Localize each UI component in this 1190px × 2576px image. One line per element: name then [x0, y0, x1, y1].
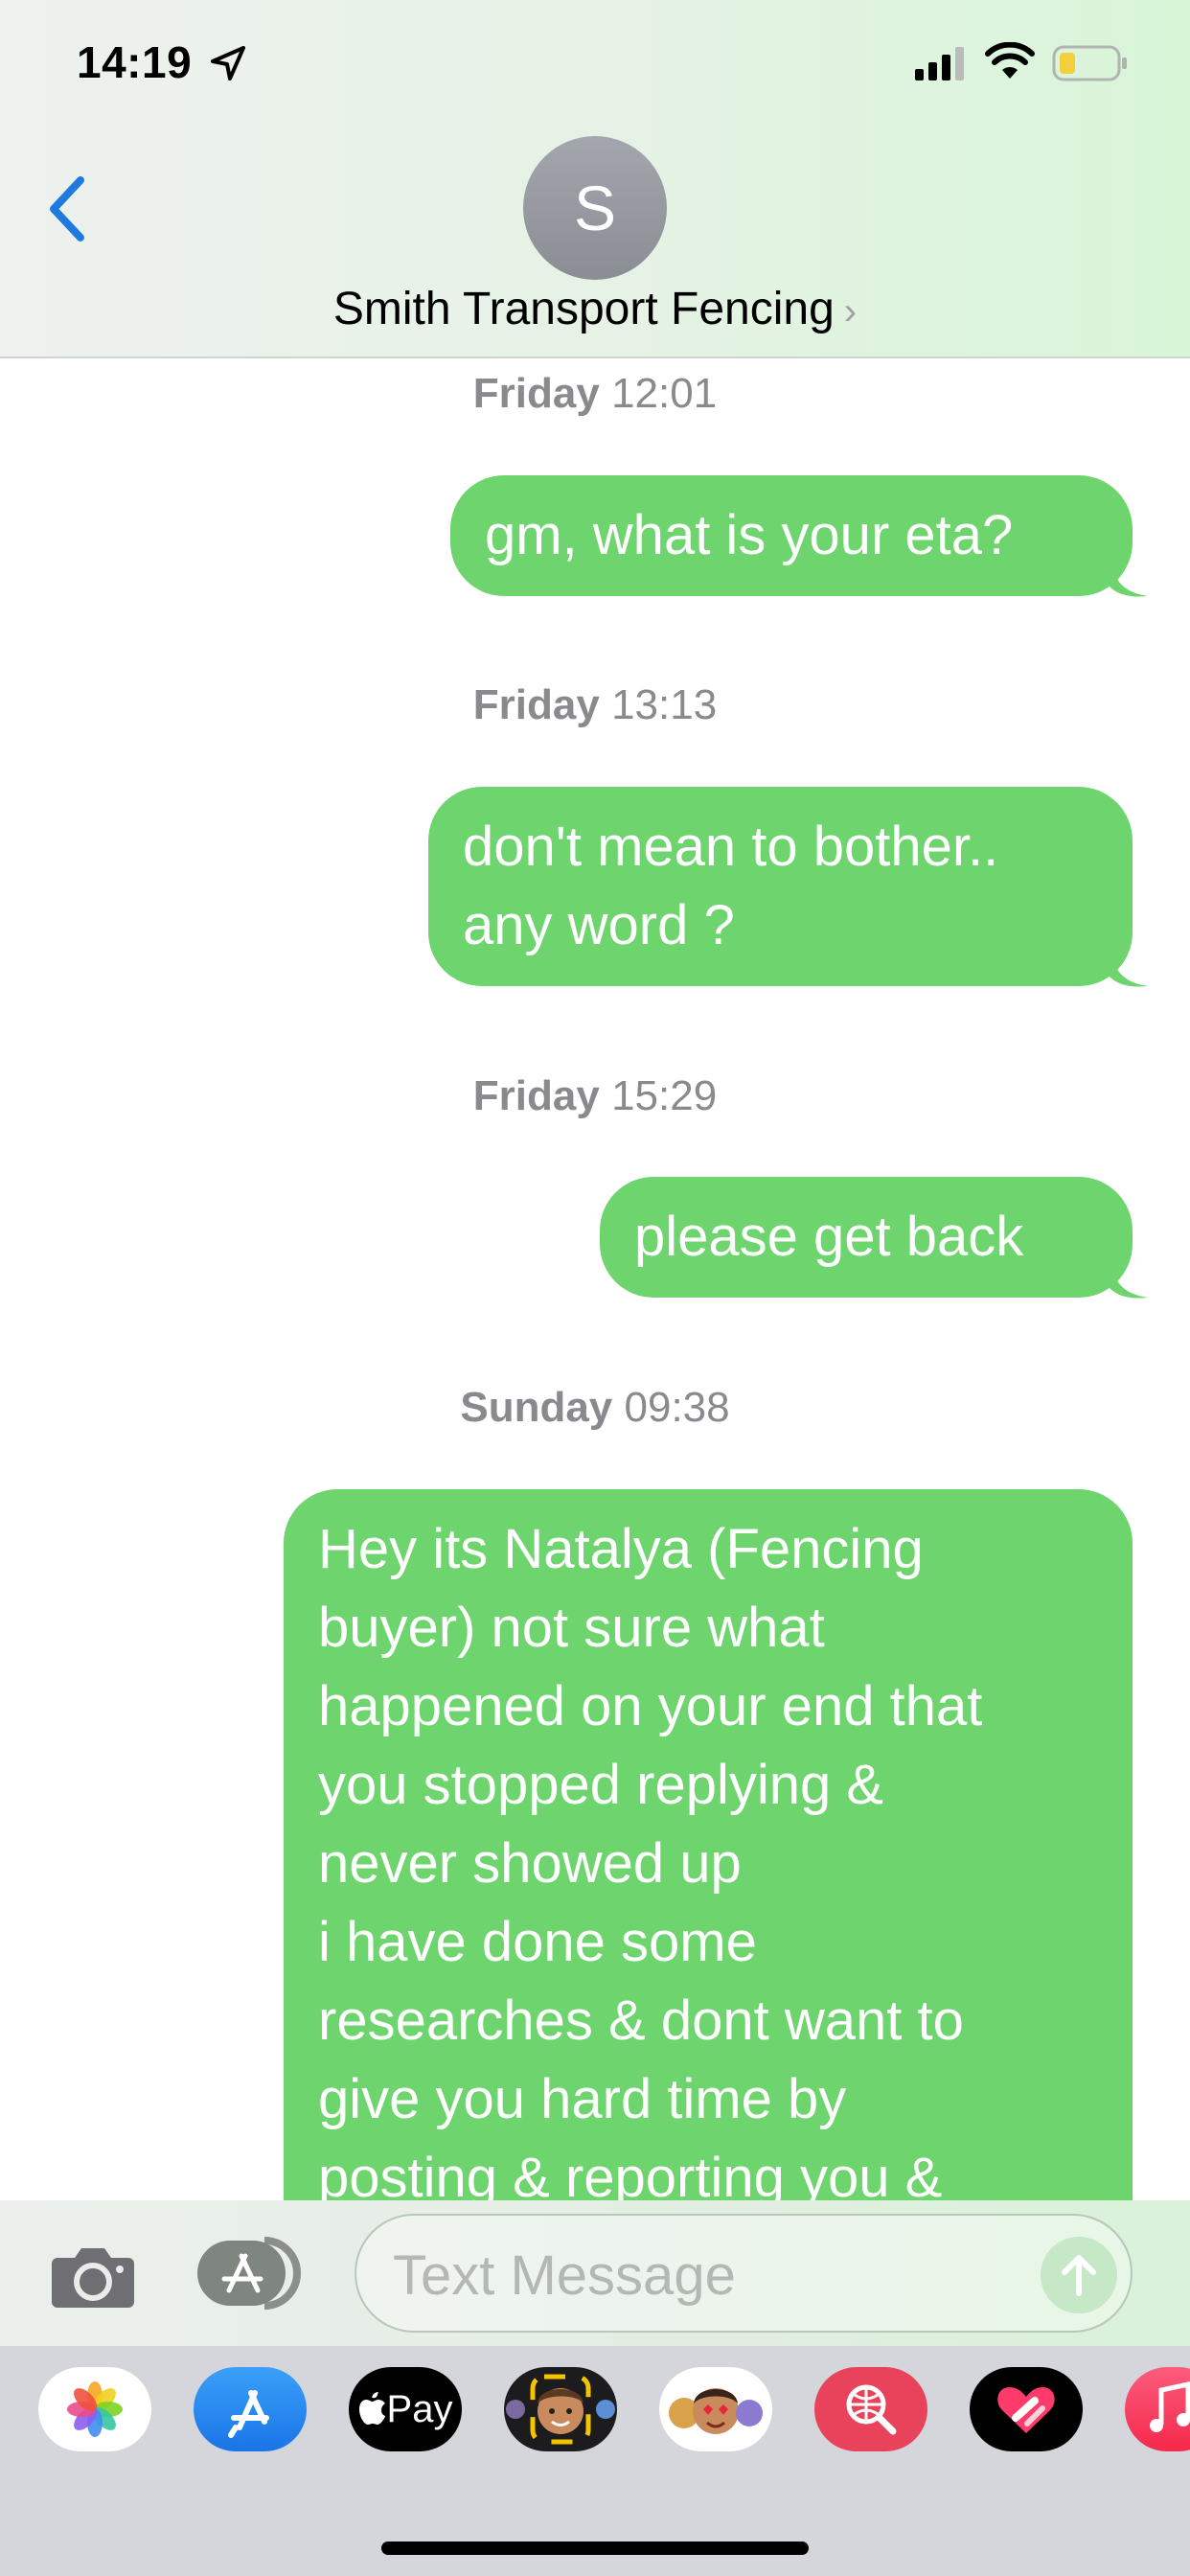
message-thread[interactable]: Friday 12:01 gm, what is your eta? Frida… — [0, 358, 1190, 2200]
timestamp-time: 12:01 — [611, 370, 718, 417]
location-arrow-icon — [211, 46, 245, 80]
timestamp: Friday 12:01 — [0, 370, 1190, 418]
message-line: happened on your end that — [318, 1675, 983, 1737]
photos-app-button[interactable] — [38, 2367, 151, 2451]
sent-message-bubble[interactable]: Hey its Natalya (Fencing buyer) not sure… — [284, 1489, 1133, 2200]
message-input[interactable] — [391, 2237, 989, 2313]
conversation-header: 14:19 S Smith Transport Fencing › — [0, 0, 1190, 358]
message-input-field[interactable] — [355, 2214, 1133, 2333]
bubble-tail — [1110, 946, 1148, 987]
chevron-right-icon: › — [843, 290, 858, 333]
music-icon — [1150, 2381, 1190, 2432]
bubble-tail — [1110, 556, 1148, 597]
apple-logo-icon — [358, 2392, 385, 2425]
status-time: 14:19 — [77, 37, 193, 87]
music-app-button[interactable] — [1125, 2367, 1190, 2451]
photos-icon — [67, 2381, 123, 2437]
message-line: any word ? — [463, 894, 735, 956]
timestamp-time: 09:38 — [624, 1384, 730, 1431]
apple-pay-label: Pay — [386, 2387, 453, 2430]
message-line: Hey its Natalya (Fencing — [318, 1518, 924, 1580]
timestamp-day: Friday — [472, 681, 600, 728]
timestamp-time: 13:13 — [611, 681, 718, 728]
digital-touch-icon — [997, 2387, 1055, 2433]
message-line: posting & reporting you & — [318, 2147, 943, 2200]
app-store-icon — [228, 2390, 269, 2438]
message-line: buyer) not sure what — [318, 1597, 825, 1659]
bubble-tail — [1110, 1257, 1148, 1299]
digital-touch-app-button[interactable] — [970, 2367, 1083, 2451]
timestamp: Friday 15:29 — [0, 1072, 1190, 1120]
message-text: please get back — [634, 1206, 1024, 1268]
message-line: i have done some — [318, 1911, 757, 1973]
sent-message-bubble[interactable]: don't mean to bother.. any word ? — [428, 787, 1133, 986]
sent-message-bubble[interactable]: gm, what is your eta? — [450, 475, 1133, 596]
timestamp-time: 15:29 — [611, 1072, 718, 1119]
apps-button[interactable] — [197, 2237, 303, 2310]
timestamp: Sunday 09:38 — [0, 1384, 1190, 1432]
camera-button[interactable] — [50, 2241, 136, 2310]
compose-bar — [0, 2200, 1190, 2346]
stickers-app-button[interactable] — [659, 2367, 772, 2451]
app-store-app-button[interactable] — [194, 2367, 307, 2451]
message-line: researches & dont want to — [318, 1990, 964, 2052]
wifi-icon — [985, 42, 1035, 79]
camera-icon — [52, 2248, 134, 2308]
contact-name-button[interactable]: Smith Transport Fencing › — [0, 283, 1190, 335]
message-line: you stopped replying & — [318, 1754, 884, 1816]
battery-icon — [1052, 45, 1127, 81]
timestamp: Friday 13:13 — [0, 681, 1190, 729]
home-indicator[interactable] — [381, 2542, 809, 2555]
send-button[interactable] — [1041, 2237, 1117, 2313]
message-line: don't mean to bother.. — [463, 816, 999, 878]
back-button[interactable] — [38, 171, 96, 247]
timestamp-day: Friday — [472, 370, 600, 417]
app-store-icon — [197, 2237, 301, 2310]
search-images-icon — [846, 2384, 897, 2435]
message-line: give you hard time by — [318, 2068, 847, 2130]
memoji-app-button[interactable] — [504, 2367, 617, 2451]
timestamp-day: Friday — [472, 1072, 600, 1119]
memoji-icon — [506, 2374, 615, 2445]
chevron-left-icon — [50, 176, 84, 242]
app-drawer: Pay — [0, 2346, 1190, 2576]
animoji-stickers-icon — [669, 2388, 763, 2434]
contact-name: Smith Transport Fencing — [332, 284, 835, 334]
avatar-initial: S — [573, 172, 617, 243]
message-text: gm, what is your eta? — [485, 504, 1014, 566]
timestamp-day: Sunday — [460, 1384, 613, 1431]
message-line: never showed up — [318, 1832, 742, 1895]
apple-pay-button[interactable]: Pay — [349, 2367, 462, 2451]
image-search-app-button[interactable] — [814, 2367, 927, 2451]
contact-avatar[interactable]: S — [523, 136, 667, 280]
sent-message-bubble[interactable]: please get back — [600, 1177, 1133, 1298]
cellular-signal-icon — [915, 47, 964, 80]
arrow-up-icon — [1062, 2255, 1096, 2296]
